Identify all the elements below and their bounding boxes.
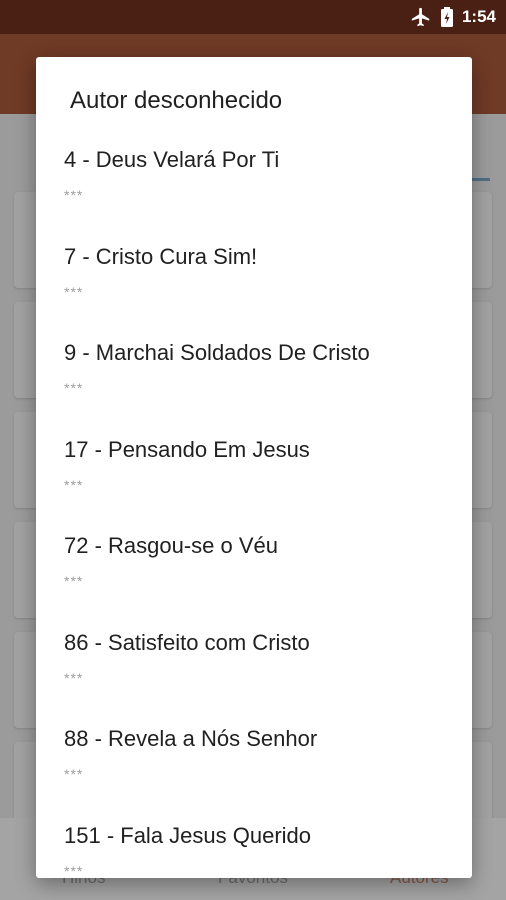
author-dialog: Autor desconhecido 4 - Deus Velará Por T…: [36, 57, 472, 878]
list-item[interactable]: 88 - Revela a Nós Senhor ***: [36, 722, 472, 819]
list-item[interactable]: 86 - Satisfeito com Cristo ***: [36, 626, 472, 723]
hymn-title: 86 - Satisfeito com Cristo: [64, 629, 310, 655]
hymn-subtitle: ***: [64, 766, 84, 782]
list-item[interactable]: 7 - Cristo Cura Sim! ***: [36, 240, 472, 337]
hymn-title: 88 - Revela a Nós Senhor: [64, 726, 318, 751]
list-item[interactable]: 72 - Rasgou-se o Véu ***: [36, 529, 472, 626]
hymn-subtitle: ***: [64, 380, 84, 396]
hymn-subtitle: ***: [64, 476, 84, 493]
hymn-subtitle: ***: [64, 187, 84, 203]
list-item[interactable]: 4 - Deus Velará Por Ti ***: [36, 143, 472, 240]
hymn-title: 9 - Marchai Soldados De Cristo: [64, 340, 370, 365]
hymn-subtitle: ***: [64, 669, 84, 686]
hymn-subtitle: ***: [64, 283, 84, 300]
hymn-title: 7 - Cristo Cura Sim!: [64, 243, 258, 269]
airplane-icon: [410, 6, 432, 28]
status-bar: 1:54: [0, 0, 506, 34]
battery-charging-icon: [440, 6, 454, 28]
hymn-subtitle: ***: [64, 573, 84, 589]
hymn-title: 17 - Pensando Em Jesus: [64, 436, 310, 462]
hymn-subtitle: ***: [64, 862, 84, 879]
status-time: 1:54: [461, 7, 496, 26]
hymn-list: 4 - Deus Velará Por Ti *** 7 - Cristo Cu…: [36, 143, 472, 878]
status-icons: 1:54: [410, 0, 496, 34]
dialog-title: Autor desconhecido: [70, 87, 283, 114]
hymn-title: 4 - Deus Velará Por Ti: [64, 147, 280, 172]
list-item[interactable]: 151 - Fala Jesus Querido ***: [36, 819, 472, 879]
hymn-title: 72 - Rasgou-se o Véu: [64, 533, 279, 558]
hymn-title: 151 - Fala Jesus Querido: [64, 822, 312, 848]
list-item[interactable]: 9 - Marchai Soldados De Cristo ***: [36, 336, 472, 433]
list-item[interactable]: 17 - Pensando Em Jesus ***: [36, 433, 472, 530]
